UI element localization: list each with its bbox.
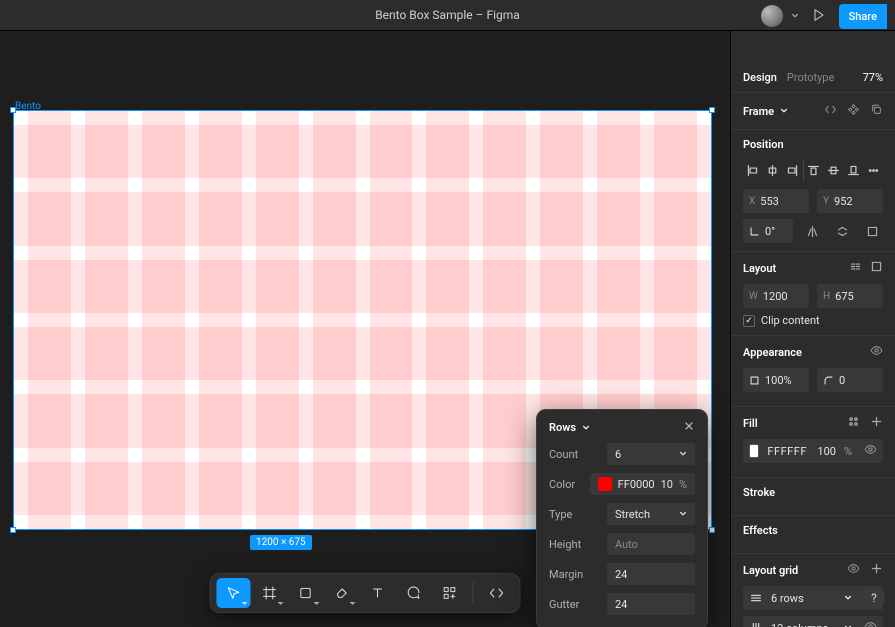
margin-label: Margin bbox=[549, 568, 583, 581]
add-grid-icon[interactable] bbox=[870, 562, 883, 578]
toolbar bbox=[210, 573, 521, 613]
clip-content-checkbox[interactable]: ✓ Clip content bbox=[743, 314, 883, 327]
grid-type-select[interactable]: Rows bbox=[549, 421, 590, 434]
chevron-down-icon bbox=[679, 450, 687, 458]
section-layout: Layout W1200 H675 ✓ Clip content bbox=[731, 251, 895, 335]
canvas[interactable]: Bento 1200 × 675 bbox=[0, 31, 730, 627]
chevron-down-icon bbox=[780, 107, 788, 115]
pen-tool[interactable] bbox=[325, 578, 359, 608]
effects-title: Effects bbox=[743, 524, 778, 537]
section-effects[interactable]: Effects bbox=[731, 515, 895, 553]
fill-item[interactable]: FFFFFF 100 % bbox=[743, 439, 883, 463]
chevron-down-icon bbox=[582, 424, 590, 432]
gutter-input[interactable]: 24 bbox=[607, 593, 695, 615]
columns-icon bbox=[749, 621, 763, 627]
flip-horizontal[interactable] bbox=[801, 220, 823, 242]
styles-icon[interactable] bbox=[847, 415, 860, 431]
height-label: Height bbox=[549, 538, 581, 551]
add-fill-icon[interactable] bbox=[870, 415, 883, 431]
type-label: Type bbox=[549, 508, 572, 521]
text-tool[interactable] bbox=[361, 578, 395, 608]
color-label: Color bbox=[549, 478, 575, 491]
grid-entry-rows[interactable]: 6 rows bbox=[743, 586, 883, 610]
code-icon[interactable] bbox=[824, 103, 837, 119]
chevron-down-icon bbox=[679, 510, 687, 518]
section-stroke[interactable]: Stroke bbox=[731, 477, 895, 515]
stroke-title: Stroke bbox=[743, 486, 775, 499]
height-input[interactable]: Auto bbox=[607, 533, 695, 555]
actions-tool[interactable] bbox=[433, 578, 467, 608]
resize-icon[interactable] bbox=[870, 260, 883, 276]
opacity-icon bbox=[749, 375, 760, 386]
chevron-down-icon bbox=[844, 594, 852, 602]
height-input[interactable]: H675 bbox=[817, 284, 883, 308]
design-sidebar: Share Design Prototype 77% Frame Positio… bbox=[730, 31, 895, 627]
frame-preset-select[interactable]: Frame bbox=[743, 105, 788, 118]
count-label: Count bbox=[549, 448, 578, 461]
flip-vertical[interactable] bbox=[831, 220, 853, 242]
radius-input[interactable]: 0 bbox=[817, 368, 883, 392]
section-appearance: Appearance 100% 0 bbox=[731, 335, 895, 406]
count-input[interactable]: 6 bbox=[607, 443, 695, 465]
layout-grid-title: Layout grid bbox=[743, 564, 798, 577]
tab-design[interactable]: Design bbox=[743, 71, 777, 84]
copy-icon[interactable] bbox=[870, 103, 883, 119]
color-input[interactable]: FF0000 10 % bbox=[590, 473, 695, 495]
resize-handle[interactable] bbox=[709, 527, 715, 533]
align-bottom[interactable] bbox=[843, 159, 863, 181]
help-button[interactable]: ? bbox=[863, 587, 885, 609]
rotation-input[interactable]: 0° bbox=[743, 219, 793, 243]
alignment-controls bbox=[743, 159, 883, 181]
fill-swatch[interactable] bbox=[749, 444, 759, 458]
grid-entry-columns[interactable]: 12 columns bbox=[743, 616, 883, 627]
resize-handle[interactable] bbox=[10, 527, 16, 533]
gutter-label: Gutter bbox=[549, 598, 579, 611]
appearance-title: Appearance bbox=[743, 346, 802, 359]
angle-icon bbox=[749, 226, 760, 237]
grid-visibility-icon[interactable] bbox=[847, 562, 860, 578]
move-tool[interactable] bbox=[217, 578, 251, 608]
dev-mode-toggle[interactable] bbox=[480, 578, 514, 608]
frame-tool[interactable] bbox=[253, 578, 287, 608]
section-fill: Fill FFFFFF 100 % bbox=[731, 406, 895, 477]
component-icon[interactable] bbox=[847, 103, 860, 119]
tab-prototype[interactable]: Prototype bbox=[787, 71, 834, 84]
resize-handle[interactable] bbox=[709, 107, 715, 113]
fill-title: Fill bbox=[743, 417, 758, 430]
width-input[interactable]: W1200 bbox=[743, 284, 809, 308]
align-distribute[interactable] bbox=[863, 159, 883, 181]
fill-visibility-icon[interactable] bbox=[864, 443, 877, 459]
visibility-icon[interactable] bbox=[870, 344, 883, 360]
margin-input[interactable]: 24 bbox=[607, 563, 695, 585]
close-icon[interactable] bbox=[683, 420, 695, 435]
auto-layout-icon[interactable] bbox=[849, 260, 862, 276]
grid-settings-popover: Rows Count 6 Color FF0000 10 % Type bbox=[536, 409, 708, 627]
align-vcenter[interactable] bbox=[823, 159, 843, 181]
section-position: Position X553 Y952 0° bbox=[731, 129, 895, 251]
opacity-input[interactable]: 100% bbox=[743, 368, 809, 392]
more-transforms[interactable] bbox=[861, 220, 883, 242]
shape-tool[interactable] bbox=[289, 578, 323, 608]
align-top[interactable] bbox=[804, 159, 824, 181]
align-right[interactable] bbox=[783, 159, 803, 181]
position-title: Position bbox=[743, 138, 784, 151]
layout-title: Layout bbox=[743, 262, 776, 275]
x-input[interactable]: X553 bbox=[743, 189, 809, 213]
corner-radius-icon bbox=[823, 375, 834, 386]
dimensions-badge: 1200 × 675 bbox=[250, 535, 312, 550]
grid-col-visibility-icon[interactable] bbox=[864, 620, 877, 627]
align-left[interactable] bbox=[743, 159, 763, 181]
zoom-level[interactable]: 77% bbox=[863, 71, 883, 84]
comment-tool[interactable] bbox=[397, 578, 431, 608]
align-hcenter[interactable] bbox=[763, 159, 783, 181]
type-select[interactable]: Stretch bbox=[607, 503, 695, 525]
rows-icon bbox=[749, 591, 763, 605]
window-title: Bento Box Sample – Figma bbox=[375, 8, 520, 22]
resize-handle[interactable] bbox=[10, 107, 16, 113]
y-input[interactable]: Y952 bbox=[817, 189, 883, 213]
